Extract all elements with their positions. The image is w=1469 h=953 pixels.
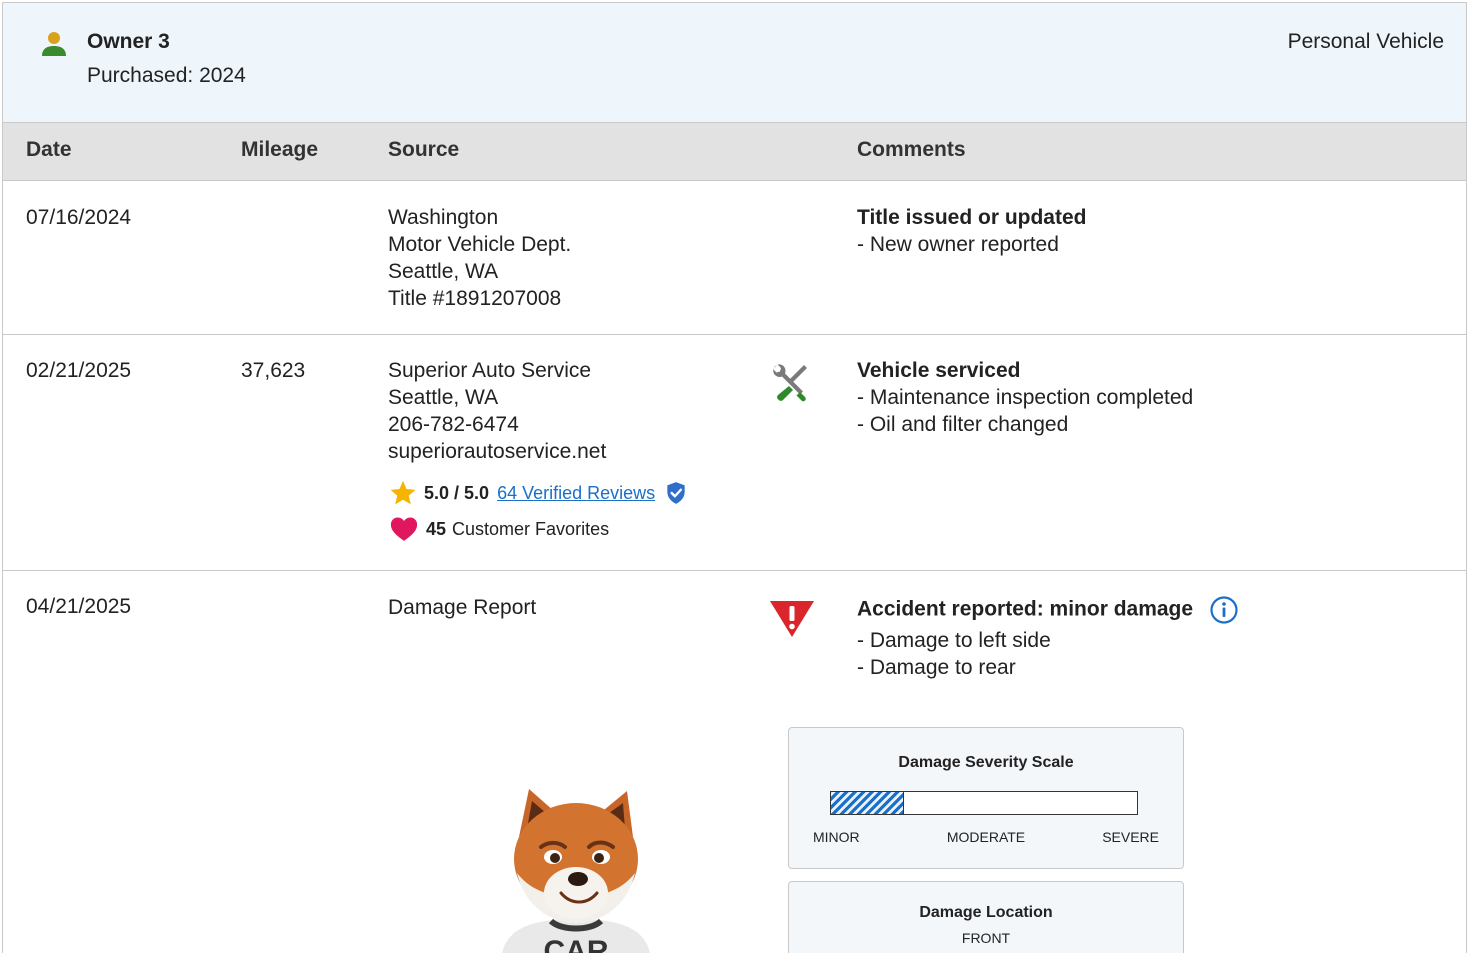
record-source: Superior Auto Service Seattle, WA 206-78… <box>388 357 689 543</box>
source-line: superiorautoservice.net <box>388 440 607 463</box>
source-line: Seattle, WA <box>388 386 499 409</box>
verified-shield-icon <box>667 482 685 504</box>
heart-icon <box>390 517 418 541</box>
warning-triangle-icon <box>770 601 814 637</box>
comment-title: Vehicle serviced <box>857 359 1021 382</box>
owner-header: Owner 3 Purchased: 2024 Personal Vehicle <box>3 3 1466 123</box>
vehicle-type: Personal Vehicle <box>1287 30 1444 53</box>
comment-line: - Oil and filter changed <box>857 413 1069 436</box>
comment-title: Title issued or updated <box>857 206 1087 229</box>
severity-bar <box>830 791 1138 815</box>
comment-line: - New owner reported <box>857 233 1059 256</box>
severity-label-severe: SEVERE <box>1102 829 1159 845</box>
record-comments: Vehicle serviced - Maintenance inspectio… <box>857 357 1193 438</box>
star-icon <box>390 480 416 505</box>
source-line: Title #1891207008 <box>388 287 562 310</box>
column-source: Source <box>388 138 460 161</box>
fox-mascot-image: CAR <box>502 789 650 953</box>
record-mileage: 37,623 <box>241 359 306 382</box>
info-icon[interactable] <box>1209 595 1239 625</box>
comment-line: - Damage to rear <box>857 656 1016 679</box>
comment-title: Accident reported: minor damage <box>857 595 1239 625</box>
column-comments: Comments <box>857 138 966 161</box>
favorites-line: 45 Customer Favorites <box>388 515 689 543</box>
owner-title: Owner 3 <box>87 30 170 53</box>
table-row: 07/16/2024 Washington Motor Vehicle Dept… <box>3 181 1466 335</box>
svg-text:CAR: CAR <box>544 935 609 953</box>
severity-title: Damage Severity Scale <box>898 754 1074 771</box>
favorites-count: 45 <box>426 518 447 539</box>
wrench-screwdriver-icon <box>773 364 807 402</box>
source-line: Seattle, WA <box>388 260 499 283</box>
source-line: 206-782-6474 <box>388 413 519 436</box>
record-date: 04/21/2025 <box>26 595 132 618</box>
location-title: Damage Location <box>919 904 1053 921</box>
column-mileage: Mileage <box>241 138 319 161</box>
record-source: Washington Motor Vehicle Dept. Seattle, … <box>388 204 571 312</box>
favorites-label: Customer Favorites <box>452 518 610 539</box>
rating-line: 5.0 / 5.0 64 Verified Reviews <box>388 479 689 507</box>
purchase-year: Purchased: 2024 <box>87 64 246 87</box>
record-source: Damage Report <box>388 594 536 621</box>
rating-score: 5.0 / 5.0 <box>424 482 490 503</box>
record-comments: Title issued or updated - New owner repo… <box>857 204 1086 258</box>
comment-line: - Damage to left side <box>857 629 1051 652</box>
verified-reviews-link[interactable]: 64 Verified Reviews <box>497 480 655 507</box>
comment-line: - Maintenance inspection completed <box>857 386 1194 409</box>
source-line: Motor Vehicle Dept. <box>388 233 572 256</box>
source-line: Washington <box>388 206 499 229</box>
column-date: Date <box>26 138 72 161</box>
table-header: Date Mileage Source Comments <box>3 123 1466 181</box>
record-comments: Accident reported: minor damage - Damage… <box>857 595 1239 681</box>
vehicle-history-section: Owner 3 Purchased: 2024 Personal Vehicle… <box>2 2 1467 953</box>
table-row: 04/21/2025 Damage Report Accident report… <box>3 571 1466 953</box>
damage-location-panel: Damage Location FRONT <box>788 881 1184 953</box>
comment-title-text: Accident reported: minor damage <box>857 597 1194 621</box>
record-date: 02/21/2025 <box>26 359 132 382</box>
source-line: Superior Auto Service <box>388 359 592 382</box>
table-row: 02/21/2025 37,623 Superior Auto Service … <box>3 335 1466 571</box>
record-date: 07/16/2024 <box>26 206 132 229</box>
damage-severity-panel: Damage Severity Scale MINOR MODERATE SEV… <box>788 727 1184 869</box>
severity-fill <box>831 792 905 814</box>
location-front-label: FRONT <box>961 930 1011 946</box>
person-icon <box>42 32 66 56</box>
source-line: Damage Report <box>388 596 537 619</box>
